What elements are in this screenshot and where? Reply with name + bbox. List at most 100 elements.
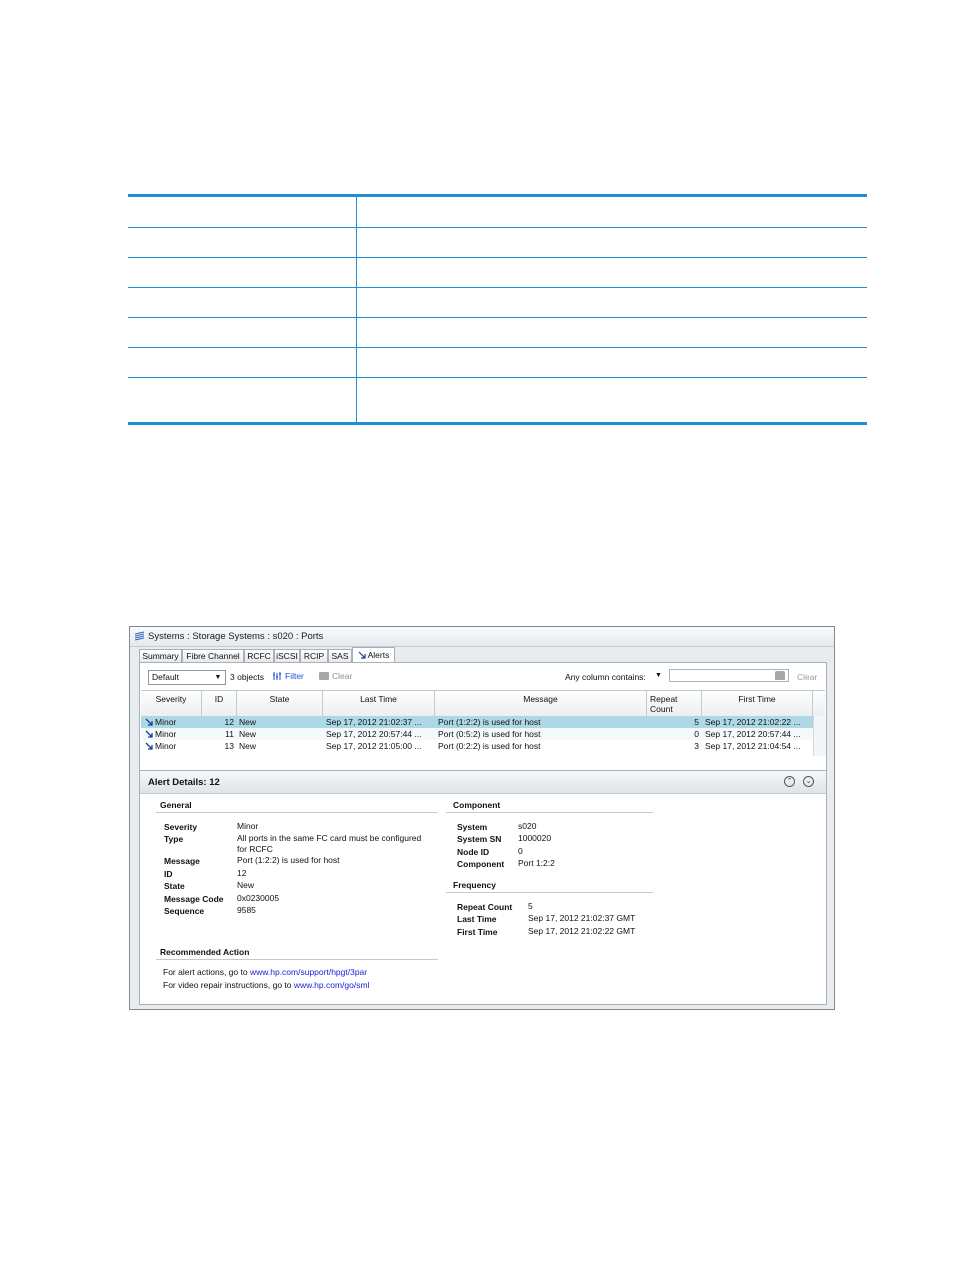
clear-label: Clear: [332, 671, 353, 681]
tab-rcip[interactable]: RCIP: [300, 649, 328, 663]
tab-sas[interactable]: SAS: [328, 649, 352, 663]
divider: [156, 812, 438, 813]
video-repair-link[interactable]: www.hp.com/go/sml: [294, 980, 370, 990]
first-time-label: First Time: [457, 927, 498, 937]
filter-button[interactable]: Filter: [273, 671, 304, 681]
filter-select[interactable]: Default ▼: [148, 670, 226, 685]
search-input[interactable]: [669, 669, 789, 682]
table-row: [128, 257, 867, 288]
search-options-arrow-icon[interactable]: ▼: [655, 672, 662, 679]
table-row[interactable]: Minor 11 New Sep 17, 2012 20:57:44 ... P…: [141, 728, 813, 740]
table-row: [128, 347, 867, 378]
eraser-icon: [775, 671, 785, 680]
message-label: Message: [164, 856, 200, 866]
node-id-value: 0: [518, 846, 523, 856]
cell-state: New: [239, 717, 257, 727]
node-id-label: Node ID: [457, 847, 490, 857]
system-sn-value: 1000020: [518, 833, 552, 843]
repeat-count-value: 5: [528, 901, 533, 911]
component-label: Component: [457, 859, 505, 869]
system-value: s020: [518, 821, 537, 831]
cell-last-time: Sep 17, 2012 20:57:44 ...: [326, 729, 422, 739]
column-header-message[interactable]: Message: [435, 691, 647, 716]
component-section-title: Component: [453, 800, 501, 810]
table-row: [128, 227, 867, 258]
first-time-value: Sep 17, 2012 21:02:22 GMT: [528, 926, 636, 936]
severity-value: Minor: [237, 821, 259, 831]
message-code-label: Message Code: [164, 894, 224, 904]
table-row: [128, 317, 867, 348]
cell-first-time: Sep 17, 2012 21:02:22 ...: [705, 717, 801, 727]
document-table: [128, 194, 867, 425]
cell-last-time: Sep 17, 2012 21:05:00 ...: [326, 741, 422, 751]
id-label: ID: [164, 869, 173, 879]
tab-fibre-channel[interactable]: Fibre Channel: [182, 649, 244, 663]
tab-rcfc[interactable]: RCFC: [244, 649, 274, 663]
eraser-icon: [319, 672, 329, 680]
clear-button[interactable]: Clear: [319, 671, 352, 681]
cell-message: Port (1:2:2) is used for host: [438, 717, 541, 727]
filter-select-value: Default: [152, 672, 179, 682]
cell-repeat-count: 0: [694, 729, 699, 739]
tab-alerts-label: Alerts: [367, 650, 390, 660]
general-section-title: General: [160, 800, 192, 810]
window-title: Systems : Storage Systems : s020 : Ports: [148, 631, 324, 642]
filter-label: Filter: [285, 671, 304, 681]
repeat-count-label: Repeat Count: [457, 902, 513, 912]
ports-window: Systems : Storage Systems : s020 : Ports…: [129, 626, 835, 1010]
column-header-repeat-count[interactable]: Repeat Count: [647, 691, 702, 716]
column-header-last-time[interactable]: Last Time: [323, 691, 435, 716]
recommended-action-title: Recommended Action: [160, 947, 250, 957]
video-repair-line: For video repair instructions, go to www…: [163, 980, 370, 990]
cell-first-time: Sep 17, 2012 20:57:44 ...: [705, 729, 801, 739]
system-sn-label: System SN: [457, 834, 502, 844]
cell-id: 12: [224, 717, 234, 727]
divider: [446, 812, 653, 813]
grid-header: Severity ID State Last Time Message Repe…: [141, 690, 825, 717]
cell-message: Port (0:5:2) is used for host: [438, 729, 541, 739]
column-header-state[interactable]: State: [237, 691, 323, 716]
window-titlebar: Systems : Storage Systems : s020 : Ports: [130, 627, 834, 647]
cell-state: New: [239, 729, 257, 739]
expand-down-icon[interactable]: ⌄: [803, 776, 814, 787]
cell-severity: Minor: [145, 716, 201, 728]
cell-state: New: [239, 741, 257, 751]
column-header-first-time[interactable]: First Time: [702, 691, 813, 716]
column-header-id[interactable]: ID: [202, 691, 237, 716]
message-value: Port (1:2:2) is used for host: [237, 855, 340, 865]
last-time-value: Sep 17, 2012 21:02:37 GMT: [528, 913, 636, 923]
cell-severity: Minor: [145, 740, 201, 752]
alert-arrow-icon: [358, 651, 366, 659]
alerts-panel: Default ▼ 3 objects Filter Clear Any col…: [139, 662, 827, 771]
alert-details-panel: Alert Details: 12 ⌃ ⌄ General Severity M…: [139, 770, 827, 1005]
cell-repeat-count: 3: [694, 741, 699, 751]
system-label: System: [457, 822, 488, 832]
minor-severity-icon: [145, 730, 153, 738]
cell-severity: Minor: [145, 728, 201, 740]
state-value: New: [237, 880, 255, 890]
type-value-line1: All ports in the same FC card must be co…: [237, 833, 422, 843]
cell-repeat-count: 5: [694, 717, 699, 727]
grid-scrollbar[interactable]: [813, 716, 826, 756]
table-row[interactable]: Minor 12 New Sep 17, 2012 21:02:37 ... P…: [141, 716, 813, 728]
search-clear-button[interactable]: Clear: [797, 672, 817, 682]
frequency-section-title: Frequency: [453, 880, 496, 890]
divider: [156, 959, 438, 960]
cell-last-time: Sep 17, 2012 21:02:37 ...: [326, 717, 422, 727]
minor-severity-icon: [145, 718, 153, 726]
divider: [446, 892, 653, 893]
cell-message: Port (0:2:2) is used for host: [438, 741, 541, 751]
tab-iscsi[interactable]: iSCSI: [274, 649, 300, 663]
type-label: Type: [164, 834, 184, 844]
systems-icon: [135, 631, 145, 641]
chevron-down-icon: ▼: [214, 674, 222, 681]
cell-id: 13: [224, 741, 234, 751]
collapse-up-icon[interactable]: ⌃: [784, 776, 795, 787]
id-value: 12: [237, 868, 247, 878]
tab-summary[interactable]: Summary: [139, 649, 182, 663]
alert-actions-link[interactable]: www.hp.com/support/hpgt/3par: [250, 967, 367, 977]
column-header-severity[interactable]: Severity: [141, 691, 202, 716]
tab-alerts[interactable]: Alerts: [352, 647, 395, 663]
cell-first-time: Sep 17, 2012 21:04:54 ...: [705, 741, 801, 751]
table-row[interactable]: Minor 13 New Sep 17, 2012 21:05:00 ... P…: [141, 740, 813, 752]
